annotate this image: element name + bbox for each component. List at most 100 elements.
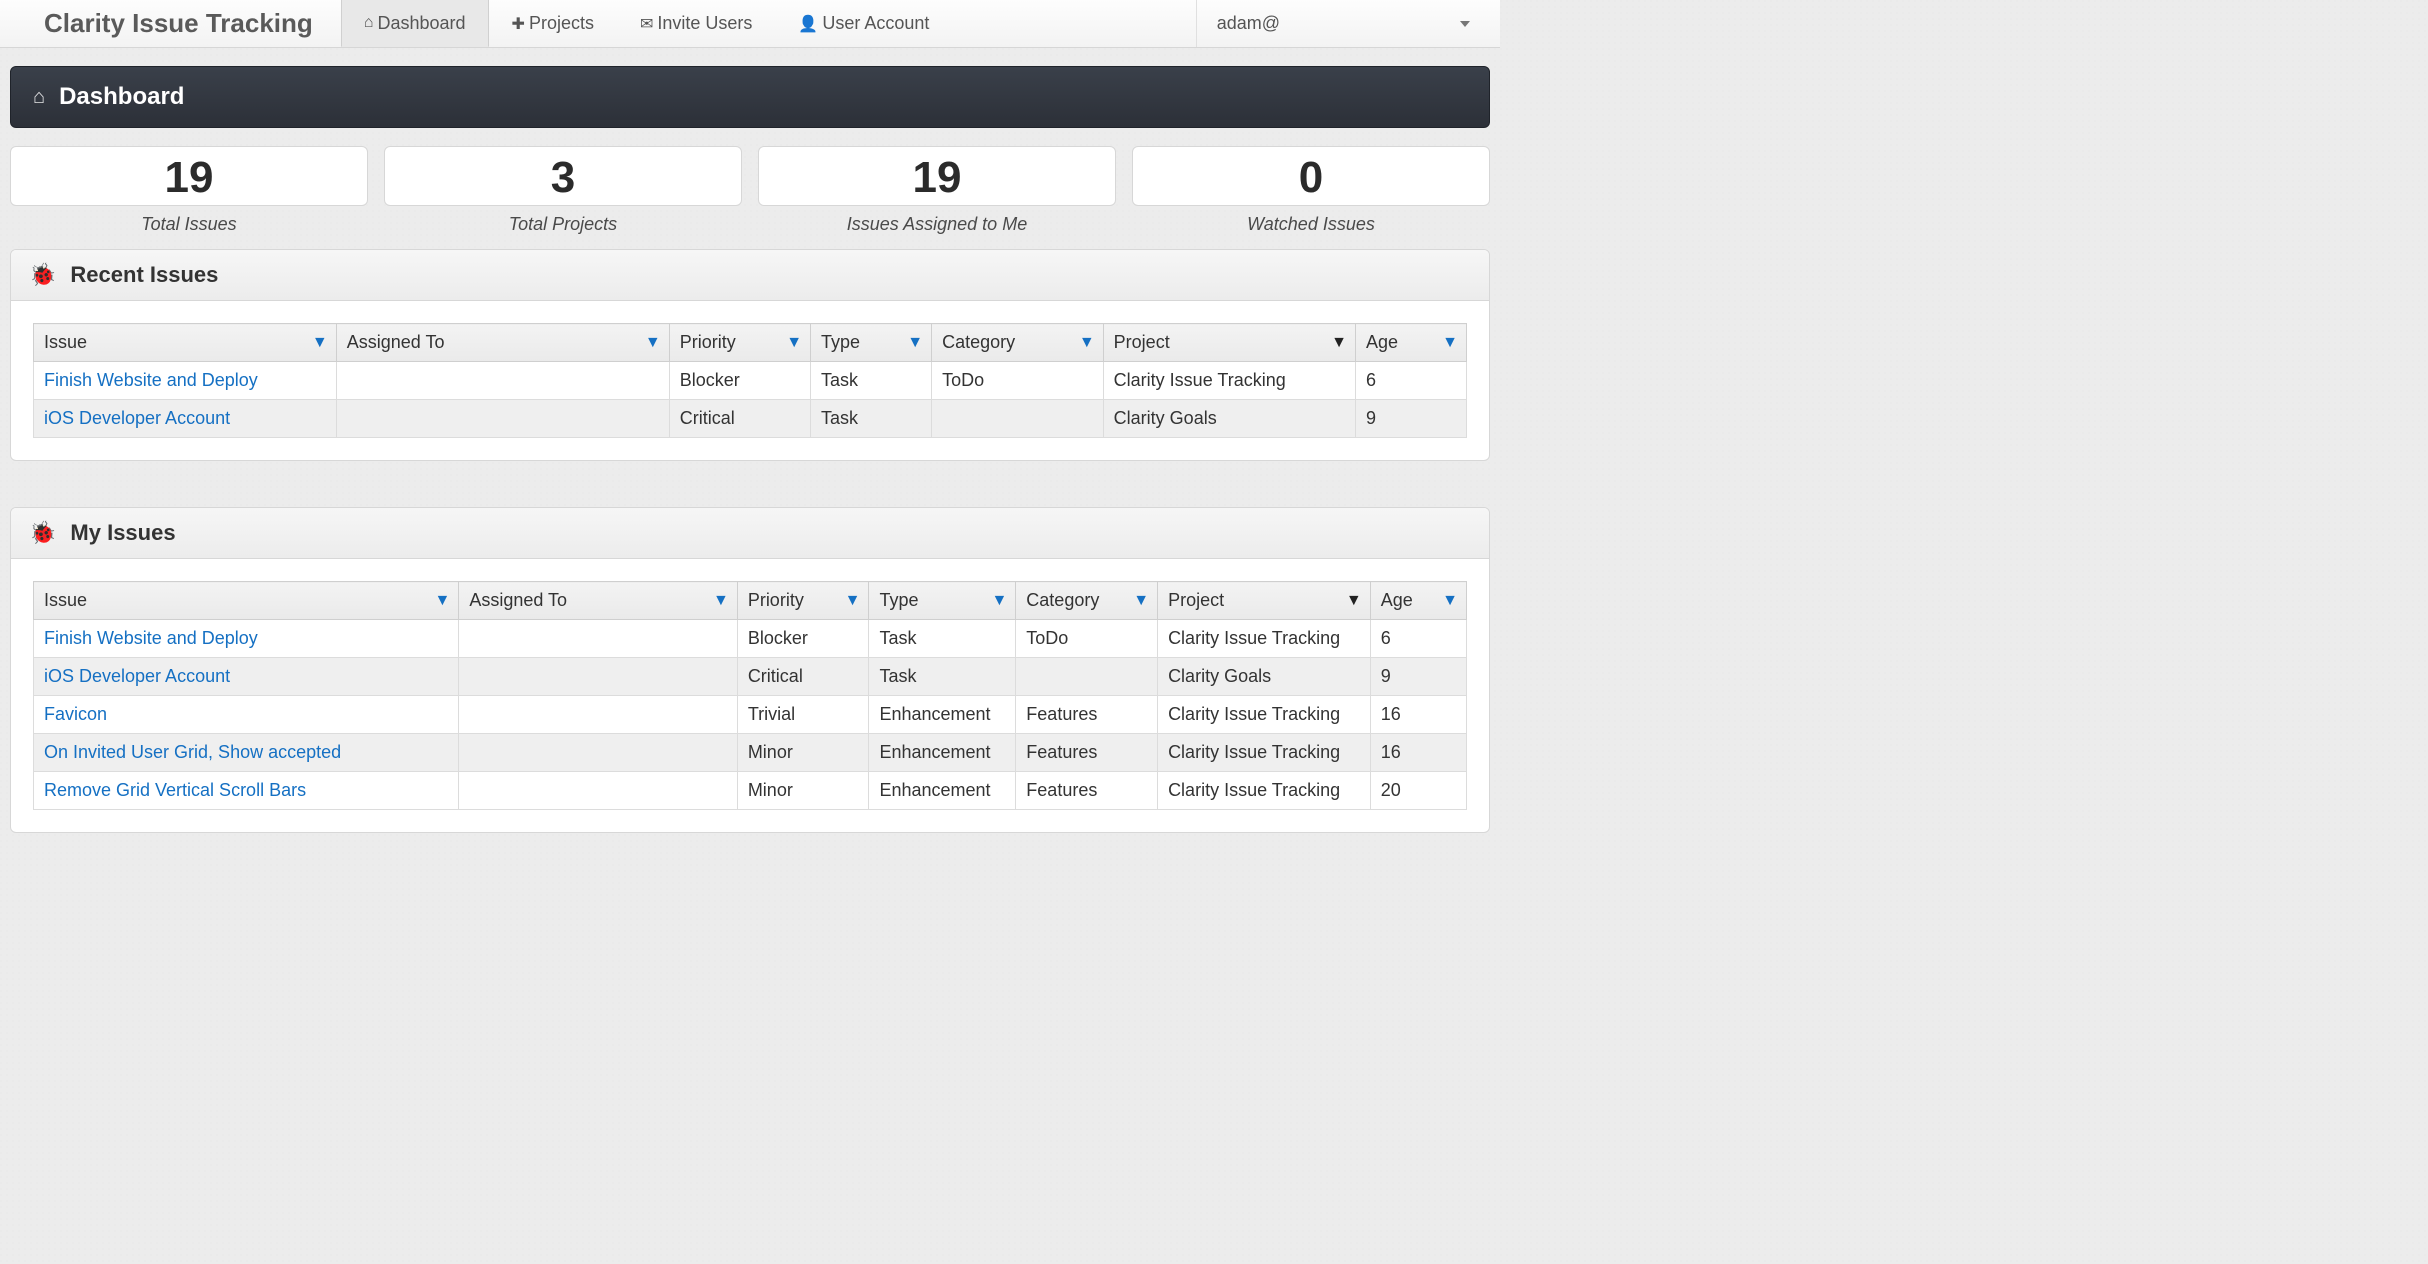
stat-value: 19 <box>759 153 1115 203</box>
cell-priority: Minor <box>737 734 869 772</box>
cell-project: Clarity Issue Tracking <box>1158 620 1371 658</box>
table-row[interactable]: On Invited User Grid, Show accepted Minor… <box>34 734 1467 772</box>
page-title: Dashboard <box>59 83 184 111</box>
table-row[interactable]: Remove Grid Vertical Scroll BarsMinorEnh… <box>34 772 1467 810</box>
filter-icon[interactable]: ▼ <box>1079 334 1095 352</box>
issue-link[interactable]: Finish Website and Deploy <box>44 628 258 648</box>
cell-project: Clarity Goals <box>1103 400 1355 438</box>
cell-category: Features <box>1016 696 1158 734</box>
col-assigned[interactable]: Assigned To▼ <box>336 324 669 362</box>
cell-type: Enhancement <box>869 696 1016 734</box>
table-row[interactable]: Finish Website and DeployBlockerTaskToDo… <box>34 620 1467 658</box>
table-row[interactable]: iOS Developer Account CriticalTask Clarity… <box>34 658 1467 696</box>
issue-link[interactable]: Remove Grid Vertical Scroll Bars <box>44 780 306 800</box>
nav-projects[interactable]: ✚ Projects <box>489 0 617 47</box>
panel-recent-issues: 🐞 Recent Issues Issue▼ Assigned To▼ Prio… <box>10 249 1490 461</box>
cell-assigned <box>336 362 669 400</box>
stat-value: 19 <box>11 153 367 203</box>
stat-label: Issues Assigned to Me <box>758 206 1116 235</box>
cell-priority: Blocker <box>669 362 810 400</box>
cell-type: Enhancement <box>869 734 1016 772</box>
issue-link[interactable]: Finish Website and Deploy <box>44 370 258 390</box>
filter-icon[interactable]: ▼ <box>786 334 802 352</box>
table-row[interactable]: Finish Website and DeployBlockerTaskToDo… <box>34 362 1467 400</box>
cell-age: 16 <box>1370 696 1466 734</box>
caret-down-icon <box>1460 21 1470 27</box>
cell-category: ToDo <box>932 362 1104 400</box>
cell-age: 9 <box>1370 658 1466 696</box>
cell-type: Task <box>811 400 932 438</box>
recent-issues-grid: Issue▼ Assigned To▼ Priority▼ Type▼ Cate… <box>33 323 1467 438</box>
user-menu[interactable]: adam@ <box>1196 0 1500 47</box>
col-type[interactable]: Type▼ <box>869 582 1016 620</box>
col-age[interactable]: Age▼ <box>1355 324 1466 362</box>
table-row[interactable]: FaviconTrivialEnhancementFeaturesClarity… <box>34 696 1467 734</box>
filter-icon[interactable]: ▼ <box>645 334 661 352</box>
stat-label: Watched Issues <box>1132 206 1490 235</box>
filter-icon[interactable]: ▼ <box>845 592 861 610</box>
home-icon: ⌂ <box>33 86 45 109</box>
top-nav: Clarity Issue Tracking ⌂ Dashboard ✚ Pro… <box>0 0 1500 48</box>
stat-label: Total Issues <box>10 206 368 235</box>
cell-priority: Trivial <box>737 696 869 734</box>
col-project[interactable]: Project▼ <box>1103 324 1355 362</box>
bug-icon: 🐞 <box>29 262 56 288</box>
cell-priority: Critical <box>669 400 810 438</box>
col-age[interactable]: Age▼ <box>1370 582 1466 620</box>
filter-icon[interactable]: ▼ <box>991 592 1007 610</box>
user-menu-label: adam@ <box>1217 13 1280 34</box>
filter-icon[interactable]: ▼ <box>907 334 923 352</box>
issue-link[interactable]: iOS Developer Account <box>44 666 230 686</box>
filter-icon[interactable]: ▼ <box>1442 592 1458 610</box>
stat-total-projects[interactable]: 3 Total Projects <box>384 146 742 235</box>
filter-icon[interactable]: ▼ <box>1133 592 1149 610</box>
cell-priority: Critical <box>737 658 869 696</box>
brand-title: Clarity Issue Tracking <box>0 0 341 47</box>
plus-circle-icon: ✚ <box>512 14 525 34</box>
cell-assigned <box>336 400 669 438</box>
cell-assigned <box>459 620 737 658</box>
my-issues-grid: Issue▼ Assigned To▼ Priority▼ Type▼ Cate… <box>33 581 1467 810</box>
nav-dashboard-label: Dashboard <box>377 13 465 34</box>
stat-assigned-to-me[interactable]: 19 Issues Assigned to Me <box>758 146 1116 235</box>
issue-link[interactable]: iOS Developer Account <box>44 408 230 428</box>
col-type[interactable]: Type▼ <box>811 324 932 362</box>
cell-project: Clarity Goals <box>1158 658 1371 696</box>
nav-invite-users[interactable]: ✉ Invite Users <box>617 0 775 47</box>
col-assigned[interactable]: Assigned To▼ <box>459 582 737 620</box>
mail-icon: ✉ <box>640 14 653 34</box>
cell-type: Task <box>869 620 1016 658</box>
col-issue[interactable]: Issue▼ <box>34 324 337 362</box>
filter-icon[interactable]: ▼ <box>1346 592 1362 610</box>
stat-watched-issues[interactable]: 0 Watched Issues <box>1132 146 1490 235</box>
cell-type: Task <box>869 658 1016 696</box>
stat-total-issues[interactable]: 19 Total Issues <box>10 146 368 235</box>
nav-user-account[interactable]: 👤 User Account <box>775 0 952 47</box>
table-row[interactable]: iOS Developer Account CriticalTask Clarity… <box>34 400 1467 438</box>
filter-icon[interactable]: ▼ <box>312 334 328 352</box>
col-project[interactable]: Project▼ <box>1158 582 1371 620</box>
col-category[interactable]: Category▼ <box>932 324 1104 362</box>
nav-dashboard[interactable]: ⌂ Dashboard <box>341 0 489 47</box>
col-category[interactable]: Category▼ <box>1016 582 1158 620</box>
cell-project: Clarity Issue Tracking <box>1158 734 1371 772</box>
cell-assigned <box>459 658 737 696</box>
stat-value: 0 <box>1133 153 1489 203</box>
issue-link[interactable]: On Invited User Grid, Show accepted <box>44 742 341 762</box>
cell-priority: Minor <box>737 772 869 810</box>
col-priority[interactable]: Priority▼ <box>669 324 810 362</box>
stat-label: Total Projects <box>384 206 742 235</box>
nav-projects-label: Projects <box>529 13 594 34</box>
col-priority[interactable]: Priority▼ <box>737 582 869 620</box>
filter-icon[interactable]: ▼ <box>1442 334 1458 352</box>
issue-link[interactable]: Favicon <box>44 704 107 724</box>
bug-icon: 🐞 <box>29 520 56 546</box>
panel-title: My Issues <box>70 520 175 546</box>
filter-icon[interactable]: ▼ <box>1331 334 1347 352</box>
col-issue[interactable]: Issue▼ <box>34 582 459 620</box>
filter-icon[interactable]: ▼ <box>434 592 450 610</box>
panel-header: 🐞 My Issues <box>11 508 1489 559</box>
filter-icon[interactable]: ▼ <box>713 592 729 610</box>
stats-row: 19 Total Issues 3 Total Projects 19 Issu… <box>10 146 1490 235</box>
nav-account-label: User Account <box>822 13 929 34</box>
